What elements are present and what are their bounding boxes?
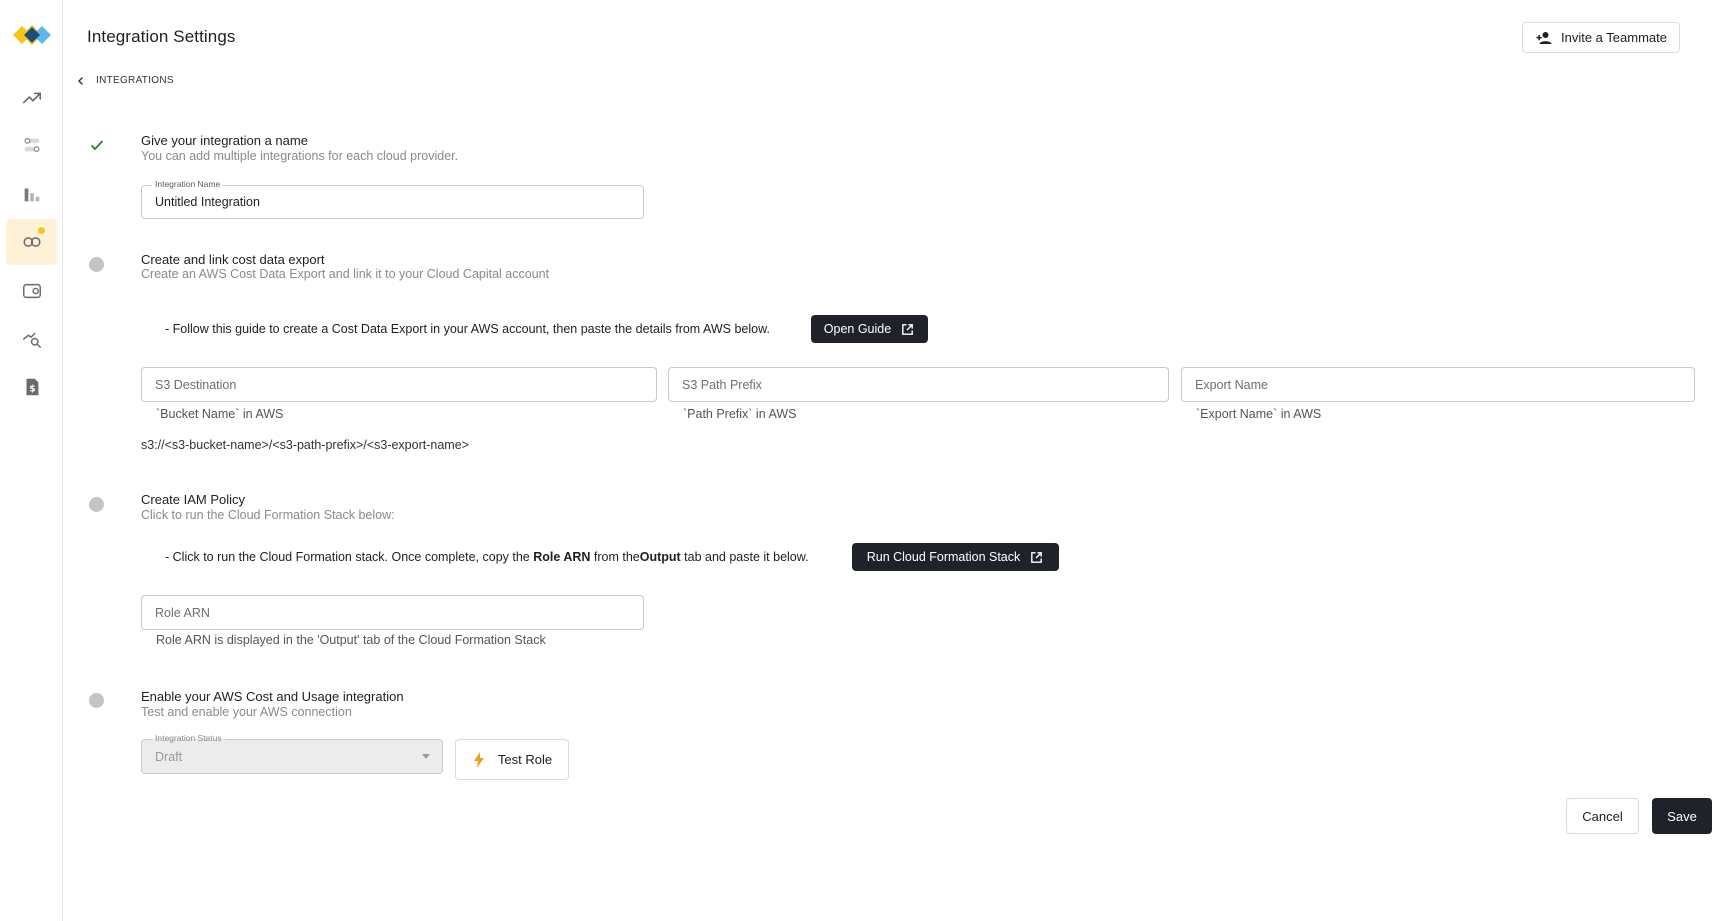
step3-subtitle: Click to run the Cloud Formation Stack b… bbox=[141, 508, 395, 522]
notification-dot bbox=[38, 227, 45, 234]
app-logo[interactable] bbox=[12, 19, 52, 51]
integration-status-select[interactable]: Integration Status Draft bbox=[141, 733, 443, 774]
run-stack-label: Run Cloud Formation Stack bbox=[866, 550, 1021, 564]
cancel-button[interactable]: Cancel bbox=[1566, 798, 1639, 834]
step4-subtitle: Test and enable your AWS connection bbox=[141, 705, 352, 719]
nav-item-reports[interactable] bbox=[6, 171, 57, 217]
role-arn-input[interactable] bbox=[142, 596, 643, 629]
invite-teammate-button[interactable]: Invite a Teammate bbox=[1522, 22, 1680, 53]
step4-title: Enable your AWS Cost and Usage integrati… bbox=[141, 689, 404, 704]
step2-dot bbox=[89, 257, 104, 272]
nav-item-invoices[interactable]: $ bbox=[6, 364, 57, 410]
step4-pending-icon bbox=[89, 693, 105, 709]
role-arn-field bbox=[141, 595, 644, 630]
external-link-icon bbox=[1031, 551, 1043, 563]
caret-down-icon bbox=[422, 754, 430, 759]
chevron-left-icon bbox=[78, 76, 83, 85]
logo-icon bbox=[13, 25, 51, 45]
step3-guide-text: - Click to run the Cloud Formation stack… bbox=[165, 550, 809, 564]
s3-destination-input[interactable] bbox=[142, 368, 656, 401]
toggles-icon bbox=[23, 137, 40, 153]
s3-path-prefix-input[interactable] bbox=[669, 368, 1168, 401]
person-add-icon bbox=[1536, 31, 1552, 44]
s3-destination-helper: `Bucket Name` in AWS bbox=[156, 407, 284, 421]
step3-dot bbox=[89, 497, 104, 512]
s3-path-prefix-helper: `Path Prefix` in AWS bbox=[683, 407, 797, 421]
role-arn-helper: Role ARN is displayed in the 'Output' ta… bbox=[156, 633, 546, 647]
integration-status-value: Draft bbox=[155, 749, 183, 764]
open-guide-button[interactable]: Open Guide bbox=[811, 315, 928, 343]
step2-title: Create and link cost data export bbox=[141, 252, 325, 267]
open-guide-label: Open Guide bbox=[823, 322, 892, 336]
search-analytics-icon bbox=[22, 332, 41, 348]
integration-name-input[interactable] bbox=[142, 186, 643, 218]
step1-subtitle: You can add multiple integrations for ea… bbox=[141, 149, 459, 163]
step3-title: Create IAM Policy bbox=[141, 492, 246, 507]
wallet-icon bbox=[22, 283, 41, 299]
page-title: Integration Settings bbox=[87, 27, 236, 46]
lightning-bolt-icon bbox=[473, 751, 484, 768]
breadcrumb[interactable]: INTEGRATIONS bbox=[76, 75, 174, 86]
step3-guide-part2: from the bbox=[590, 550, 640, 564]
save-button[interactable]: Save bbox=[1652, 798, 1712, 834]
step2-pending-icon bbox=[89, 257, 105, 273]
step3-guide-part3: tab and paste it below. bbox=[680, 550, 809, 564]
export-name-field bbox=[1181, 367, 1695, 402]
nav-item-integrations[interactable] bbox=[6, 219, 57, 265]
external-link-icon bbox=[902, 323, 914, 335]
export-name-helper: `Export Name` in AWS bbox=[1196, 407, 1322, 421]
step2-guide-text: - Follow this guide to create a Cost Dat… bbox=[165, 322, 770, 336]
nav-item-wallet[interactable] bbox=[6, 268, 57, 314]
integration-name-field: Integration Name bbox=[141, 179, 644, 219]
step3-pending-icon bbox=[89, 497, 105, 513]
infinity-link-icon bbox=[22, 237, 41, 247]
bar-chart-icon bbox=[24, 188, 39, 202]
step3-guide-role-arn: Role ARN bbox=[533, 550, 591, 564]
nav-item-analytics[interactable] bbox=[6, 316, 57, 362]
nav-item-toggles[interactable] bbox=[6, 122, 57, 168]
check-icon bbox=[90, 140, 104, 151]
test-role-label: Test Role bbox=[497, 752, 553, 767]
invite-teammate-label: Invite a Teammate bbox=[1561, 30, 1667, 45]
step1-title: Give your integration a name bbox=[141, 133, 308, 148]
sidebar: $ bbox=[0, 0, 63, 921]
integration-name-label: Integration Name bbox=[152, 179, 224, 189]
step3-guide-output: Output bbox=[639, 550, 681, 564]
s3-path-preview: s3://<s3-bucket-name>/<s3-path-prefix>/<… bbox=[141, 438, 469, 452]
step1-complete-icon bbox=[89, 137, 105, 153]
step2-subtitle: Create an AWS Cost Data Export and link … bbox=[141, 267, 550, 281]
run-cloud-formation-stack-button[interactable]: Run Cloud Formation Stack bbox=[852, 543, 1059, 571]
step3-guide-part1: - Click to run the Cloud Formation stack… bbox=[165, 550, 534, 564]
step4-dot bbox=[89, 693, 104, 708]
breadcrumb-integrations: INTEGRATIONS bbox=[96, 75, 174, 86]
svg-text:$: $ bbox=[29, 384, 35, 395]
trend-up-icon bbox=[22, 92, 41, 104]
invoice-dollar-icon: $ bbox=[26, 378, 38, 396]
s3-destination-field bbox=[141, 367, 657, 402]
export-name-input[interactable] bbox=[1182, 368, 1694, 401]
test-role-button[interactable]: Test Role bbox=[455, 739, 569, 780]
s3-path-prefix-field bbox=[668, 367, 1169, 402]
nav-item-trends[interactable] bbox=[6, 75, 57, 121]
integration-status-label: Integration Status bbox=[152, 733, 225, 743]
